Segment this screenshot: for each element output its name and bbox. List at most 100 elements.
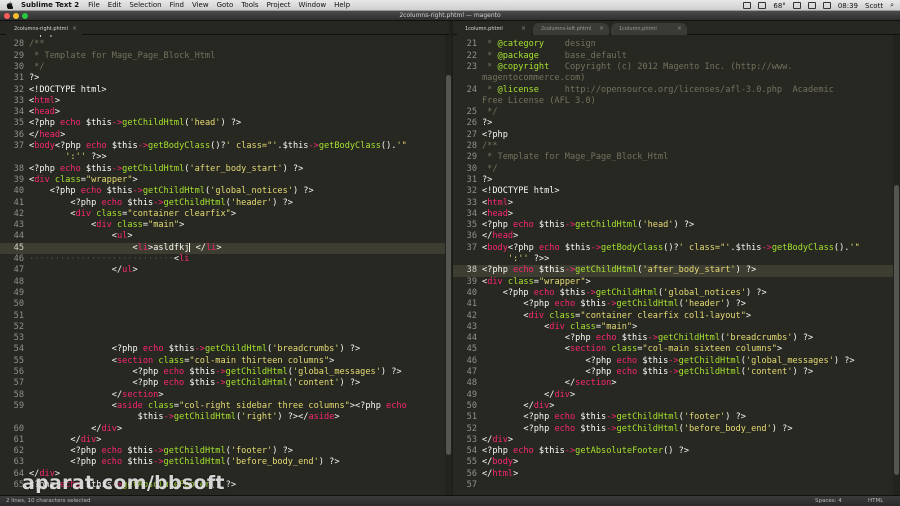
scrollbar-thumb[interactable]	[894, 185, 899, 475]
wifi-icon[interactable]	[792, 2, 801, 9]
menu-goto[interactable]: Goto	[217, 1, 234, 9]
code-line[interactable]: $this->getChildHtml('right') ?></aside>	[0, 412, 445, 423]
code-line[interactable]: 41 <?php echo $this->getChildHtml('heade…	[453, 299, 893, 310]
code-line[interactable]: 51 <?php echo $this->getChildHtml('foote…	[453, 412, 893, 423]
code-line[interactable]: 22 * @package base_default	[453, 51, 893, 62]
code-line[interactable]: 31 ?>	[0, 73, 445, 84]
close-tab-icon[interactable]: ×	[677, 23, 682, 35]
menu-help[interactable]: Help	[334, 1, 350, 9]
code-line[interactable]: Free License (AFL 3.0)	[453, 96, 893, 107]
scrollbar-right[interactable]	[893, 35, 900, 495]
bluetooth-icon[interactable]	[758, 2, 767, 9]
code-line[interactable]: 24 * @license http://opensource.org/lice…	[453, 85, 893, 96]
code-line[interactable]: 35 <?php echo $this->getChildHtml('head')…	[453, 220, 893, 231]
code-line[interactable]: 54 <?php echo $this->getAbsoluteFooter() …	[453, 446, 893, 457]
code-line[interactable]: 59 <aside class="col-right sidebar three…	[0, 401, 445, 412]
code-line[interactable]: 35 <?php echo $this->getChildHtml('head')…	[0, 118, 445, 129]
code-line[interactable]: 52	[0, 322, 445, 333]
code-line[interactable]: 48	[0, 277, 445, 288]
code-line[interactable]: 34 <head>	[453, 209, 893, 220]
code-line[interactable]: 29 * Template for Mage_Page_Block_Html	[453, 152, 893, 163]
code-line[interactable]: 50 </div>	[453, 401, 893, 412]
code-line[interactable]: 57	[453, 480, 893, 491]
indentation-setting[interactable]: Spaces: 4	[815, 496, 842, 506]
code-line[interactable]: 55 <section class="col-main thirteen col…	[0, 356, 445, 367]
menubar-clock[interactable]: 08:39	[838, 2, 858, 10]
menu-app-name[interactable]: Sublime Text 2	[21, 1, 79, 9]
code-line[interactable]: 53 </div>	[453, 435, 893, 446]
code-line[interactable]: 40 <?php echo $this->getChildHtml('globa…	[453, 288, 893, 299]
code-line[interactable]: 38 <?php echo $this->getChildHtml('after_…	[0, 164, 445, 175]
code-line[interactable]: 28 /**	[453, 141, 893, 152]
menubar-user[interactable]: Scott	[865, 2, 883, 10]
menu-find[interactable]: Find	[170, 1, 184, 9]
code-line[interactable]: 49	[0, 288, 445, 299]
code-line[interactable]: 32 <!DOCTYPE html>	[453, 186, 893, 197]
tab-2columns-right[interactable]: 2columns-right.phtml ×	[6, 23, 82, 35]
code-line[interactable]: 31 ?>	[453, 175, 893, 186]
code-line[interactable]: 40 <?php echo $this->getChildHtml('globa…	[0, 186, 445, 197]
code-line[interactable]: 32 <!DOCTYPE html>	[0, 85, 445, 96]
code-line[interactable]: ':'' ?>>	[453, 254, 893, 265]
menu-tools[interactable]: Tools	[241, 1, 258, 9]
code-line[interactable]: 27 <?php	[453, 130, 893, 141]
code-line[interactable]: ':'' ?>>	[0, 152, 445, 163]
code-line[interactable]: 41 <?php echo $this->getChildHtml('heade…	[0, 198, 445, 209]
code-line[interactable]: 50	[0, 299, 445, 310]
code-line[interactable]: 58 </section>	[0, 390, 445, 401]
code-line[interactable]: 60 </div>	[0, 424, 445, 435]
code-line[interactable]: 43 <div class="main">	[0, 220, 445, 231]
code-line[interactable]: 44 <ul>	[0, 231, 445, 242]
code-line[interactable]: 57 <?php echo $this->getChildHtml('conte…	[0, 378, 445, 389]
menu-project[interactable]: Project	[267, 1, 291, 9]
code-line[interactable]: 26 ?>	[453, 118, 893, 129]
code-line[interactable]: 43 <div class="main">	[453, 322, 893, 333]
close-tab-icon[interactable]: ×	[521, 23, 526, 35]
close-tab-icon[interactable]: ×	[72, 23, 77, 35]
code-line[interactable]: 61 </div>	[0, 435, 445, 446]
code-line[interactable]: 25 */	[453, 107, 893, 118]
code-line[interactable]: 34 <head>	[0, 107, 445, 118]
code-line[interactable]: 49 </div>	[453, 390, 893, 401]
close-tab-icon[interactable]: ×	[599, 23, 604, 35]
code-line[interactable]: 21 * @category design	[453, 39, 893, 50]
menu-edit[interactable]: Edit	[108, 1, 122, 9]
tab-2columns-left[interactable]: 2columns-left.phtml ×	[533, 23, 609, 35]
code-line[interactable]: 44 <?php echo $this->getChildHtml('bread…	[453, 333, 893, 344]
code-line[interactable]: 30 */	[0, 62, 445, 73]
code-line[interactable]: 23 * @copyright Copyright (c) 2012 Magen…	[453, 62, 893, 73]
code-line[interactable]: 51	[0, 311, 445, 322]
minimize-window-icon[interactable]	[13, 13, 19, 19]
code-line[interactable]: 55 </body>	[453, 457, 893, 468]
code-line[interactable]: 39 <div class="wrapper">	[0, 175, 445, 186]
apple-logo-icon[interactable]	[6, 1, 13, 9]
tab-1column[interactable]: 1column.phtml ×	[457, 23, 531, 35]
code-line[interactable]: 62 <?php echo $this->getChildHtml('foote…	[0, 446, 445, 457]
code-line[interactable]: 38 <?php echo $this->getChildHtml('after_…	[453, 265, 893, 277]
menu-file[interactable]: File	[88, 1, 100, 9]
code-line[interactable]: 45 <section class="col-main sixteen colu…	[453, 344, 893, 355]
code-line[interactable]: 36 </head>	[453, 231, 893, 242]
code-line[interactable]: 39 <div class="wrapper">	[453, 277, 893, 288]
code-line[interactable]: 46 ····························<li	[0, 254, 445, 265]
code-line[interactable]: 47 <?php echo $this->getChildHtml('conte…	[453, 367, 893, 378]
dropbox-icon[interactable]	[743, 2, 752, 9]
code-line[interactable]: 42 <div class="container clearfix">	[0, 209, 445, 220]
editor-pane-right[interactable]: 20 *21 * @category design22 * @package b…	[453, 35, 893, 495]
menu-selection[interactable]: Selection	[129, 1, 161, 9]
code-line[interactable]: magentocommerce.com)	[453, 73, 893, 84]
code-line[interactable]: 63 <?php echo $this->getChildHtml('befor…	[0, 457, 445, 468]
zoom-window-icon[interactable]	[22, 13, 28, 19]
code-line[interactable]: 45 <li>asldfkj </li>	[0, 242, 445, 254]
code-line[interactable]: 47 </ul>	[0, 265, 445, 276]
tab-1column-2[interactable]: 1column.phtml ×	[611, 23, 687, 35]
code-line[interactable]: 48 </section>	[453, 378, 893, 389]
code-line[interactable]: 46 <?php echo $this->getChildHtml('globa…	[453, 356, 893, 367]
code-line[interactable]: 56 <?php echo $this->getChildHtml('globa…	[0, 367, 445, 378]
volume-icon[interactable]	[807, 2, 816, 9]
code-line[interactable]: 30 */	[453, 164, 893, 175]
code-line[interactable]: 36 </head>	[0, 130, 445, 141]
menu-view[interactable]: View	[192, 1, 209, 9]
code-line[interactable]: 53	[0, 333, 445, 344]
editor-pane-left[interactable]: 27<?php28/**29 * Template for Mage_Page_…	[0, 35, 445, 495]
